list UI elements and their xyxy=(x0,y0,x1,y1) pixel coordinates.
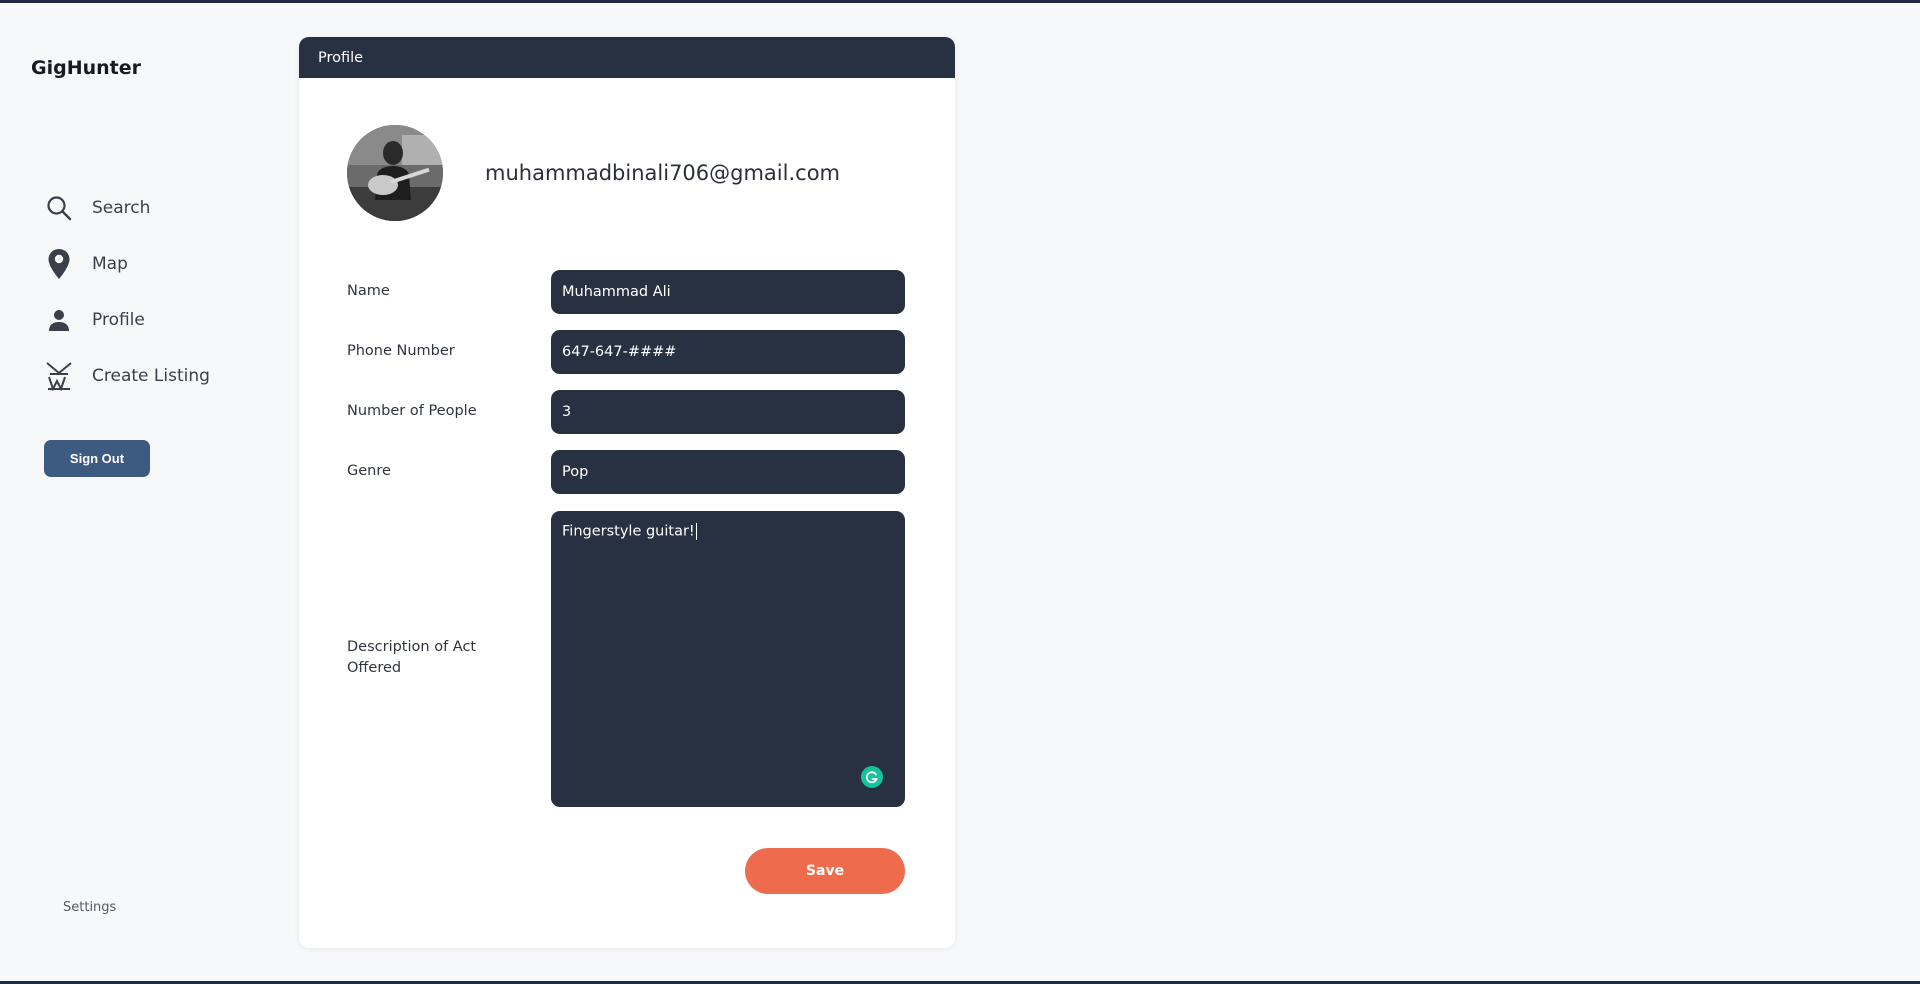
create-listing-icon xyxy=(44,361,74,391)
sidebar-item-create-listing[interactable]: Create Listing xyxy=(44,356,244,396)
avatar[interactable] xyxy=(347,125,443,221)
name-field[interactable]: Muhammad Ali xyxy=(551,270,905,314)
person-icon xyxy=(44,305,74,335)
save-button[interactable]: Save xyxy=(745,848,905,894)
text-caret xyxy=(695,523,697,540)
sidebar-item-label: Create Listing xyxy=(92,366,210,386)
phone-field[interactable]: 647-647-#### xyxy=(551,330,905,374)
grammarly-icon[interactable] xyxy=(861,766,883,788)
description-label: Description of Act Offered xyxy=(347,639,477,676)
map-pin-icon xyxy=(44,249,74,279)
sign-out-button[interactable]: Sign Out xyxy=(44,440,150,477)
profile-card: Profile muhammadbinali706@gmail.com Name… xyxy=(299,37,955,948)
sidebar-item-profile[interactable]: Profile xyxy=(44,300,244,340)
genre-label: Genre xyxy=(347,463,391,479)
people-label: Number of People xyxy=(347,403,477,419)
name-label: Name xyxy=(347,283,390,299)
sidebar-item-label: Profile xyxy=(92,310,145,330)
card-header-title: Profile xyxy=(299,37,955,78)
genre-field[interactable]: Pop xyxy=(551,450,905,494)
phone-label: Phone Number xyxy=(347,343,455,359)
description-text: Fingerstyle guitar! xyxy=(562,523,695,540)
search-icon xyxy=(44,193,74,223)
sidebar-item-label: Search xyxy=(92,198,151,218)
number-of-people-field[interactable]: 3 xyxy=(551,390,905,434)
sidebar-item-search[interactable]: Search xyxy=(44,188,244,228)
brand-logo[interactable]: GigHunter xyxy=(31,57,141,79)
profile-email: muhammadbinali706@gmail.com xyxy=(485,161,841,185)
description-textarea[interactable]: Fingerstyle guitar! xyxy=(551,511,905,807)
top-border xyxy=(0,0,1920,3)
sidebar-item-map[interactable]: Map xyxy=(44,244,244,284)
sidebar-item-label: Map xyxy=(92,254,128,274)
settings-link[interactable]: Settings xyxy=(63,900,116,915)
